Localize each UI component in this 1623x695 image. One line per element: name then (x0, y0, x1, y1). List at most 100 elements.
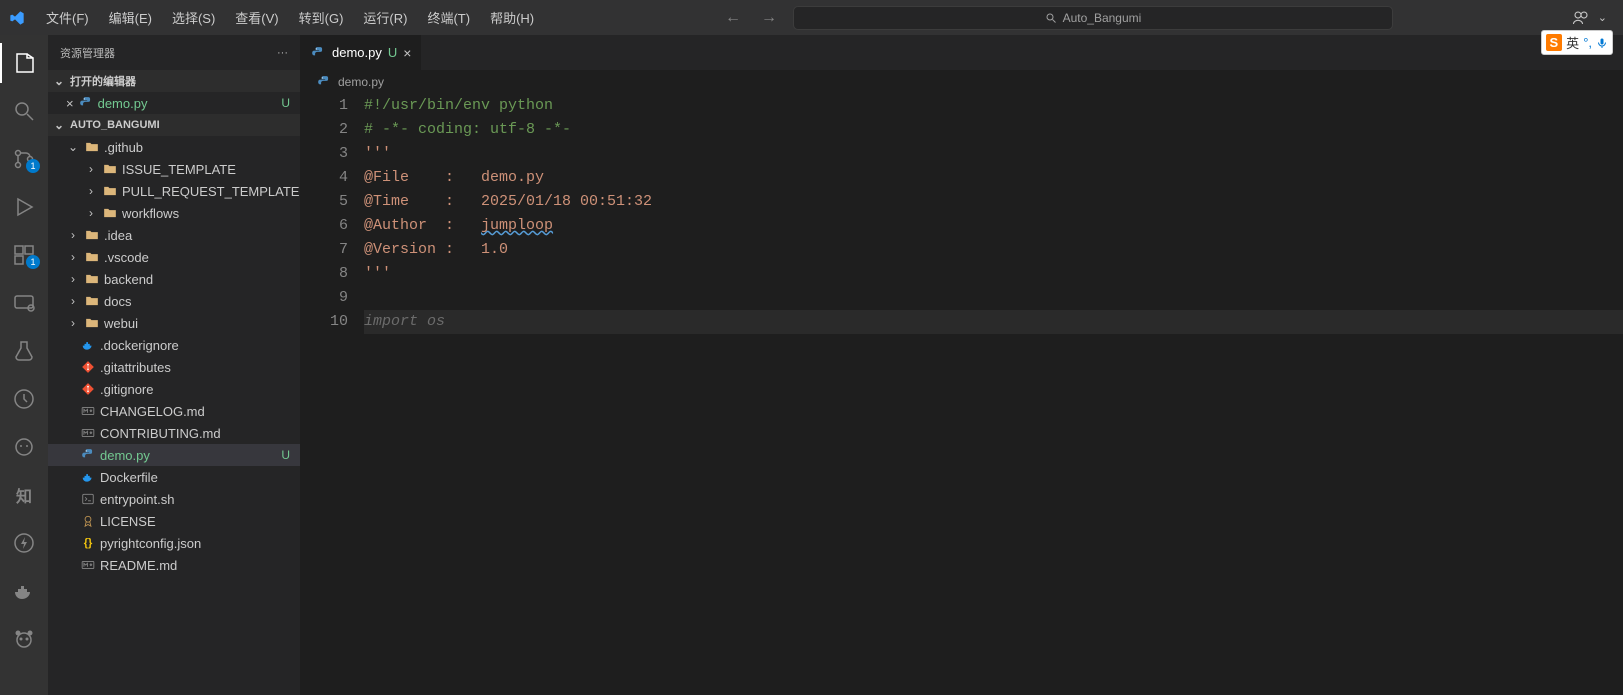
workspace-header[interactable]: ⌄ AUTO_BANGUMI (48, 114, 300, 136)
activity-search-icon[interactable] (0, 91, 48, 131)
menu-file[interactable]: 文件(F) (38, 4, 97, 31)
tree-folder[interactable]: › webui (48, 312, 300, 334)
tree-file[interactable]: .gitignore (48, 378, 300, 400)
activity-test-icon[interactable] (0, 331, 48, 371)
tree-item-label: docs (104, 294, 131, 309)
folder-icon (84, 249, 100, 265)
md-file-icon (80, 403, 96, 419)
tree-file[interactable]: .gitattributes (48, 356, 300, 378)
tab-label: demo.py (332, 45, 382, 60)
line-number-gutter: 12345678910 (300, 94, 364, 695)
activity-timeline-icon[interactable] (0, 379, 48, 419)
tree-file[interactable]: README.md (48, 554, 300, 576)
tree-item-label: LICENSE (100, 514, 156, 529)
chevron-down-icon: ⌄ (66, 140, 80, 154)
md-file-icon (80, 425, 96, 441)
activity-thunder-icon[interactable] (0, 523, 48, 563)
py-file-icon (80, 447, 96, 463)
titlebar-center: ← → Auto_Bangumi (546, 6, 1568, 30)
folder-icon (102, 205, 118, 221)
tree-folder[interactable]: › .vscode (48, 246, 300, 268)
activity-extensions-icon[interactable]: 1 (0, 235, 48, 275)
tree-folder-github[interactable]: ⌄ .github (48, 136, 300, 158)
tree-file[interactable]: CONTRIBUTING.md (48, 422, 300, 444)
tree-folder[interactable]: › PULL_REQUEST_TEMPLATE (48, 180, 300, 202)
chevron-right-icon: › (84, 206, 98, 220)
tree-folder[interactable]: › docs (48, 290, 300, 312)
menu-view[interactable]: 查看(V) (227, 4, 286, 31)
menu-terminal[interactable]: 终端(T) (419, 4, 478, 31)
sidebar-more-icon[interactable]: ··· (277, 47, 288, 59)
tree-file[interactable]: entrypoint.sh (48, 488, 300, 510)
menu-goto[interactable]: 转到(G) (291, 4, 352, 31)
git-file-icon (80, 381, 96, 397)
scm-badge: 1 (26, 159, 40, 173)
tree-item-label: Dockerfile (100, 470, 158, 485)
activity-debug-icon[interactable] (0, 187, 48, 227)
tree-item-label: webui (104, 316, 138, 331)
git-file-icon (80, 359, 96, 375)
chevron-right-icon: › (84, 162, 98, 176)
nav-back-icon[interactable]: ← (721, 9, 745, 27)
titlebar-right: ⌄ (1572, 9, 1615, 27)
tree-item-label: .idea (104, 228, 132, 243)
tree-file[interactable]: CHANGELOG.md (48, 400, 300, 422)
activity-zhihu-icon[interactable]: 知 (0, 475, 48, 515)
breadcrumb-file: demo.py (338, 75, 384, 89)
chevron-right-icon: › (84, 184, 98, 198)
git-status: U (281, 448, 290, 462)
tree-file[interactable]: demo.py U (48, 444, 300, 466)
activity-panda-icon[interactable] (0, 619, 48, 659)
vscode-logo-icon (8, 9, 26, 27)
code-editor[interactable]: 12345678910 #!/usr/bin/env python# -*- c… (300, 94, 1623, 695)
open-editors-header[interactable]: ⌄ 打开的编辑器 (48, 70, 300, 92)
tree-file[interactable]: Dockerfile (48, 466, 300, 488)
md-file-icon (80, 557, 96, 573)
tree-folder[interactable]: › .idea (48, 224, 300, 246)
accounts-icon[interactable] (1572, 9, 1590, 27)
close-icon[interactable]: × (66, 96, 74, 111)
open-editor-item[interactable]: × demo.py U (48, 92, 300, 114)
tree-folder[interactable]: › workflows (48, 202, 300, 224)
activity-remote-icon[interactable] (0, 283, 48, 323)
activity-copilot-icon[interactable] (0, 427, 48, 467)
menu-select[interactable]: 选择(S) (164, 4, 223, 31)
breadcrumb[interactable]: demo.py (300, 70, 1623, 94)
ime-mic-icon (1596, 37, 1608, 49)
menu-run[interactable]: 运行(R) (355, 4, 415, 31)
ime-lang: 英 (1566, 33, 1579, 52)
tree-item-label: demo.py (100, 448, 150, 463)
ext-badge: 1 (26, 255, 40, 269)
command-center[interactable]: Auto_Bangumi (793, 6, 1393, 30)
ime-indicator[interactable]: S 英 °, (1541, 30, 1614, 55)
chevron-down-icon[interactable]: ⌄ (1598, 11, 1607, 24)
tree-item-label: CONTRIBUTING.md (100, 426, 221, 441)
ime-punct-icon: °, (1583, 35, 1592, 50)
tree-item-label: pyrightconfig.json (100, 536, 201, 551)
tree-file[interactable]: .dockerignore (48, 334, 300, 356)
tab-demo-py[interactable]: demo.py U × (300, 35, 422, 70)
activity-explorer-icon[interactable] (0, 43, 48, 83)
menu-help[interactable]: 帮助(H) (482, 4, 542, 31)
tree-folder[interactable]: › backend (48, 268, 300, 290)
folder-icon (84, 271, 100, 287)
sidebar-title: 资源管理器 (60, 45, 115, 61)
folder-icon (84, 315, 100, 331)
tabs: demo.py U × (300, 35, 1623, 70)
tree-item-label: backend (104, 272, 153, 287)
docker-file-icon (80, 337, 96, 353)
tree-file[interactable]: {} pyrightconfig.json (48, 532, 300, 554)
python-file-icon (310, 45, 326, 61)
menu-edit[interactable]: 编辑(E) (101, 4, 160, 31)
tree-folder[interactable]: › ISSUE_TEMPLATE (48, 158, 300, 180)
tree-item-label: ISSUE_TEMPLATE (122, 162, 236, 177)
activity-scm-icon[interactable]: 1 (0, 139, 48, 179)
docker-file-icon (80, 469, 96, 485)
folder-icon (84, 139, 100, 155)
tree-item-label: entrypoint.sh (100, 492, 174, 507)
nav-forward-icon[interactable]: → (757, 9, 781, 27)
tree-file[interactable]: LICENSE (48, 510, 300, 532)
close-icon[interactable]: × (403, 45, 411, 61)
activity-docker-icon[interactable] (0, 571, 48, 611)
tree-item-label: .gitattributes (100, 360, 171, 375)
